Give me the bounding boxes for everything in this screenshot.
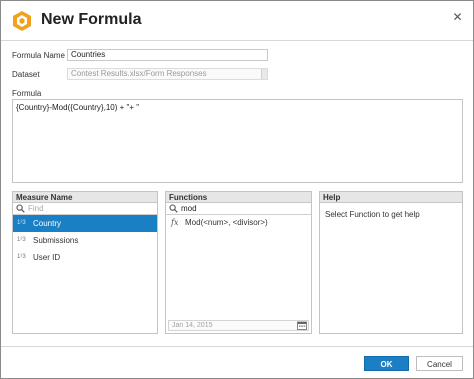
help-panel: Help Select Function to get help bbox=[319, 191, 463, 334]
measure-panel-header: Measure Name bbox=[13, 192, 157, 203]
functions-panel-header: Functions bbox=[166, 192, 311, 203]
measure-item-country[interactable]: 1²3 Country bbox=[13, 215, 157, 232]
formula-text: {Country}-Mod({Country},10) + "+ " bbox=[16, 103, 140, 112]
functions-panel: Functions mod fx Mod(<num>, <divisor>) J… bbox=[165, 191, 312, 334]
measure-item-label: Submissions bbox=[33, 236, 79, 245]
date-value: Jan 14, 2015 bbox=[172, 322, 213, 329]
help-text: Select Function to get help bbox=[325, 210, 420, 219]
function-item-label: Mod(<num>, <divisor>) bbox=[185, 218, 268, 227]
new-formula-dialog: New Formula ✕ Formula Name Countries Dat… bbox=[0, 0, 474, 379]
dialog-title: New Formula bbox=[41, 11, 142, 28]
dataset-value: Contest Results.xlsx/Form Responses bbox=[71, 69, 207, 78]
formula-name-input[interactable]: Countries bbox=[67, 49, 268, 61]
function-fx-icon: fx bbox=[171, 218, 179, 227]
formula-name-value: Countries bbox=[71, 50, 106, 59]
dataset-field-end bbox=[261, 69, 267, 79]
dataset-label: Dataset bbox=[12, 70, 40, 79]
measure-search-placeholder: Find bbox=[28, 204, 44, 213]
help-panel-header: Help bbox=[320, 192, 462, 203]
function-item-mod[interactable]: fx Mod(<num>, <divisor>) bbox=[166, 215, 311, 230]
dialog-titlebar: New Formula ✕ bbox=[1, 1, 473, 41]
formula-editor[interactable]: {Country}-Mod({Country},10) + "+ " bbox=[12, 99, 463, 183]
numeric-type-icon: 1²3 bbox=[17, 220, 26, 226]
functions-search-input[interactable]: mod bbox=[166, 203, 311, 215]
app-logo-icon bbox=[11, 10, 33, 32]
measure-item-submissions[interactable]: 1²3 Submissions bbox=[13, 232, 157, 249]
close-button[interactable]: ✕ bbox=[451, 11, 464, 24]
formula-name-label: Formula Name bbox=[12, 51, 65, 60]
date-field[interactable]: Jan 14, 2015 bbox=[168, 320, 309, 331]
measure-item-label: Country bbox=[33, 219, 62, 228]
numeric-type-icon: 1²3 bbox=[17, 254, 26, 260]
measure-name-panel: Measure Name Find 1²3 Country 1²3 Submis… bbox=[12, 191, 158, 334]
functions-search-value: mod bbox=[181, 204, 197, 213]
dialog-footer: OK Cancel bbox=[1, 346, 473, 378]
close-icon: ✕ bbox=[452, 10, 463, 24]
measure-item-label: User ID bbox=[33, 253, 61, 262]
dataset-field: Contest Results.xlsx/Form Responses bbox=[67, 68, 268, 80]
measure-search-input[interactable]: Find bbox=[13, 203, 157, 215]
cancel-button[interactable]: Cancel bbox=[416, 356, 463, 371]
numeric-type-icon: 1²3 bbox=[17, 237, 26, 243]
ok-button[interactable]: OK bbox=[364, 356, 409, 371]
search-icon bbox=[16, 204, 25, 213]
measure-item-user-id[interactable]: 1²3 User ID bbox=[13, 249, 157, 266]
formula-label: Formula bbox=[12, 89, 42, 98]
calendar-icon[interactable] bbox=[297, 321, 307, 330]
search-icon bbox=[169, 204, 178, 213]
